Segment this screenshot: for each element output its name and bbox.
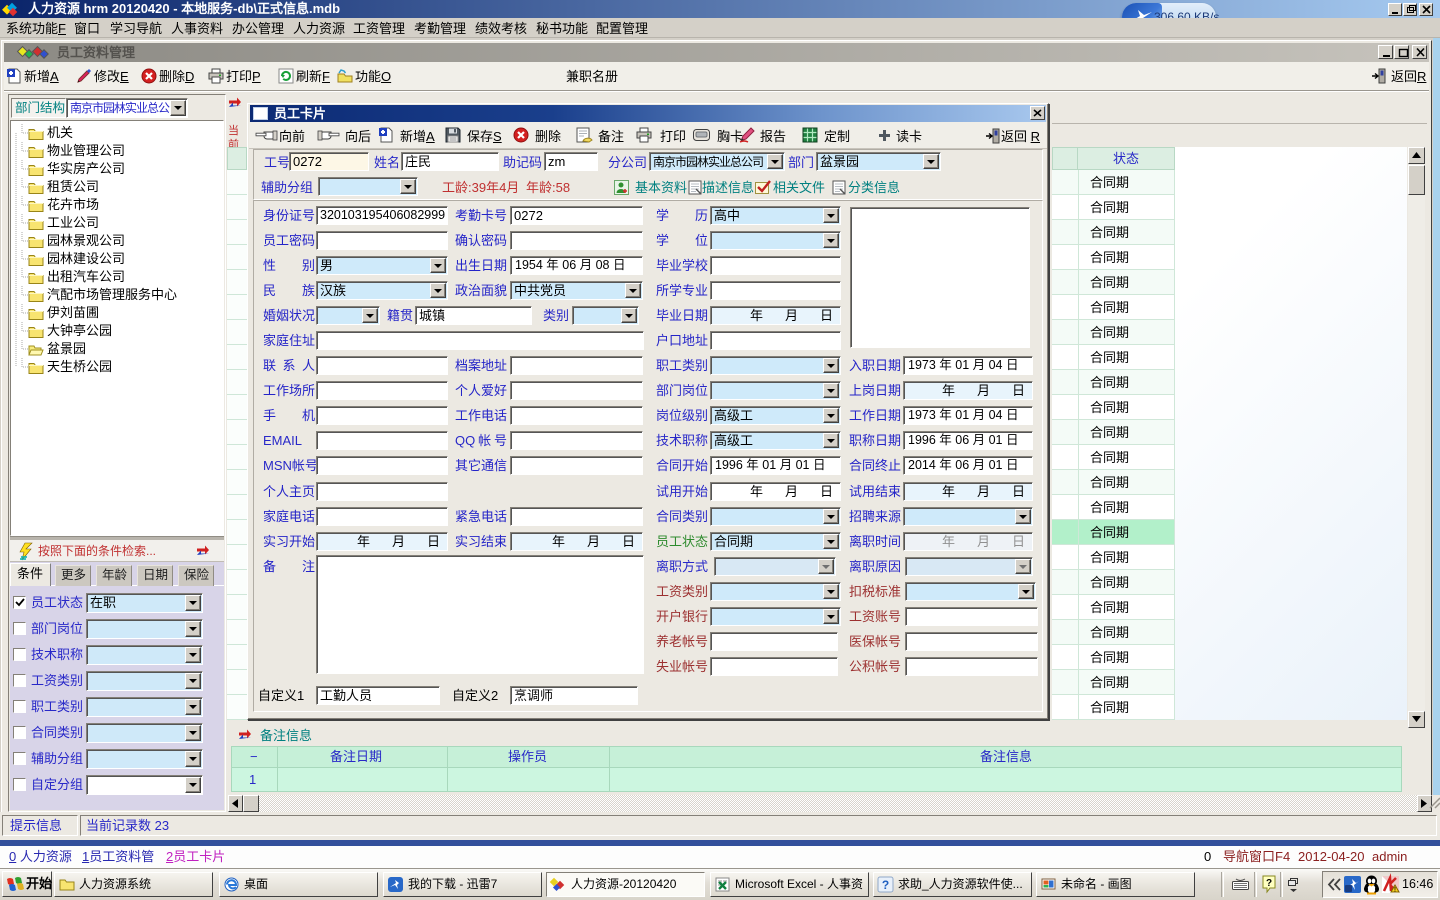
svg-text:!: ! (1394, 888, 1396, 894)
svg-text:?: ? (882, 878, 889, 892)
svg-text:?: ? (1266, 878, 1272, 889)
